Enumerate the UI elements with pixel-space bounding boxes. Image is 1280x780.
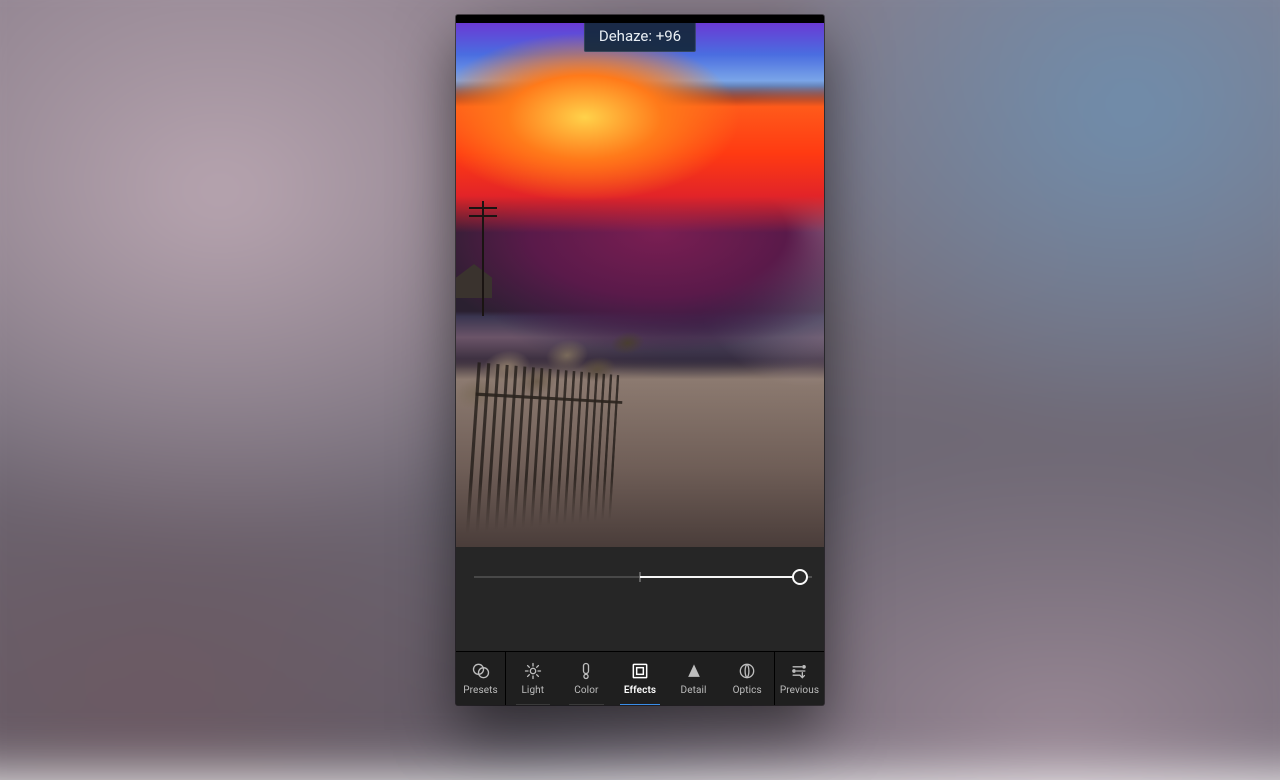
- previous-icon: [789, 661, 809, 681]
- tab-label: Detail: [681, 685, 707, 696]
- tab-effects[interactable]: Effects: [613, 652, 667, 705]
- tab-label: Effects: [624, 685, 656, 696]
- tab-label: Presets: [463, 685, 498, 696]
- slider-panel: [456, 547, 824, 651]
- adjustment-value-badge: Dehaze: +96: [584, 23, 696, 52]
- tab-label: Light: [521, 685, 544, 696]
- tab-optics[interactable]: Optics: [720, 652, 774, 705]
- effects-icon: [630, 661, 650, 681]
- status-bar: [456, 15, 824, 23]
- tab-label: Previous: [780, 685, 819, 696]
- tab-light[interactable]: Light: [506, 652, 560, 705]
- dehaze-slider[interactable]: [470, 565, 810, 589]
- color-icon: [576, 661, 596, 681]
- tab-color[interactable]: Color: [560, 652, 614, 705]
- edit-toolbar: Presets Light: [456, 651, 824, 705]
- photo-house: [456, 264, 492, 298]
- tab-label: Color: [574, 685, 598, 696]
- image-viewport[interactable]: Dehaze: +96: [456, 23, 824, 547]
- photo-fence: [465, 362, 623, 534]
- app-frame: Dehaze: +96 Presets: [456, 15, 824, 705]
- detail-icon: [684, 661, 704, 681]
- photo-utility-pole: [482, 201, 484, 316]
- slider-track-active: [640, 576, 800, 578]
- tab-label: Optics: [733, 685, 762, 696]
- presets-icon: [471, 661, 491, 681]
- slider-knob[interactable]: [792, 569, 808, 585]
- edited-photo: [456, 23, 824, 547]
- slider-end-tick: [808, 577, 812, 578]
- tab-presets[interactable]: Presets: [456, 652, 506, 705]
- light-icon: [523, 661, 543, 681]
- tab-detail[interactable]: Detail: [667, 652, 721, 705]
- optics-icon: [737, 661, 757, 681]
- tab-previous[interactable]: Previous: [774, 652, 824, 705]
